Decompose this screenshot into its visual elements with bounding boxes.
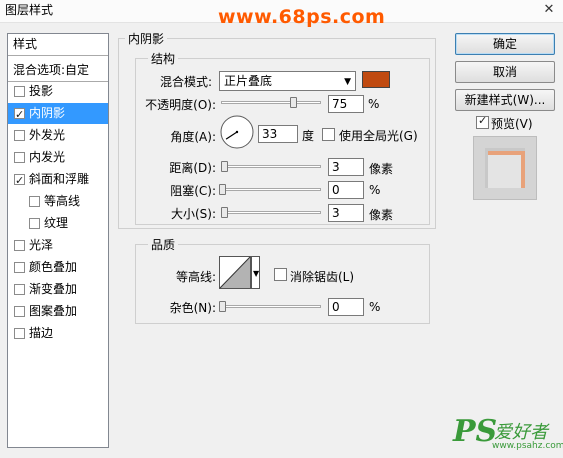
blend-options-item[interactable]: 混合选项:自定	[8, 60, 108, 82]
style-checkbox[interactable]	[14, 262, 25, 273]
noise-unit: %	[369, 300, 381, 314]
style-list-item[interactable]: 斜面和浮雕	[8, 169, 108, 191]
inner-shadow-title: 内阴影	[125, 30, 168, 47]
style-list-item[interactable]: 外发光	[8, 125, 108, 146]
distance-unit: 像素	[369, 162, 394, 176]
opacity-label: 不透明度(O):	[145, 98, 216, 112]
choke-label: 阻塞(C):	[170, 184, 216, 198]
antialias-checkbox[interactable]	[274, 268, 287, 281]
distance-slider-thumb[interactable]	[221, 161, 228, 172]
style-item-label: 斜面和浮雕	[29, 172, 90, 186]
structure-title: 结构	[148, 50, 179, 67]
style-item-label: 外发光	[29, 128, 66, 142]
style-item-label: 描边	[29, 326, 54, 340]
style-checkbox[interactable]	[29, 196, 40, 207]
noise-input[interactable]: 0	[328, 298, 364, 316]
style-list: 样式 混合选项:自定 投影内阴影外发光内发光斜面和浮雕等高线纹理光泽颜色叠加渐变…	[7, 33, 109, 448]
style-list-item[interactable]: 内发光	[8, 147, 108, 168]
style-list-item[interactable]: 渐变叠加	[8, 279, 108, 300]
style-item-label: 颜色叠加	[29, 260, 78, 274]
choke-input[interactable]: 0	[328, 181, 364, 199]
style-item-label: 内发光	[29, 150, 66, 164]
style-checkbox[interactable]	[14, 130, 25, 141]
logo-url: www.psahz.com	[492, 441, 563, 451]
style-list-header[interactable]: 样式	[8, 34, 108, 56]
style-list-item[interactable]: 投影	[8, 81, 108, 102]
global-light-checkbox[interactable]	[322, 128, 335, 141]
style-list-item[interactable]: 描边	[8, 323, 108, 344]
style-item-label: 纹理	[44, 216, 69, 230]
style-item-label: 光泽	[29, 238, 54, 252]
quality-title: 品质	[148, 236, 179, 253]
chevron-down-icon: ▼	[344, 77, 351, 87]
distance-slider-track[interactable]	[221, 165, 321, 168]
opacity-slider-thumb[interactable]	[290, 97, 297, 108]
blend-mode-value: 正片叠底	[224, 74, 273, 88]
angle-unit: 度	[302, 129, 315, 143]
style-item-label: 内阴影	[29, 106, 66, 120]
style-checkbox[interactable]	[14, 328, 25, 339]
distance-input[interactable]: 3	[328, 158, 364, 176]
preview-checkbox[interactable]	[476, 114, 489, 129]
angle-input[interactable]: 33	[258, 125, 298, 143]
watermark-text: www.68ps.com	[218, 6, 386, 28]
angle-dial[interactable]	[219, 114, 255, 150]
style-checkbox[interactable]	[14, 170, 25, 191]
style-item-label: 等高线	[44, 194, 81, 208]
window-title: 图层样式	[5, 3, 54, 17]
style-item-label: 渐变叠加	[29, 282, 78, 296]
opacity-input[interactable]: 75	[328, 95, 364, 113]
style-checkbox[interactable]	[14, 240, 25, 251]
style-list-header-label: 样式	[13, 37, 38, 51]
style-checkbox[interactable]	[14, 152, 25, 163]
new-style-button[interactable]: 新建样式(W)...	[455, 89, 555, 111]
blend-mode-label: 混合模式:	[159, 75, 212, 89]
shadow-color-swatch[interactable]	[362, 71, 390, 88]
global-light-label: 使用全局光(G)	[339, 129, 418, 143]
choke-unit: %	[369, 183, 381, 197]
size-unit: 像素	[369, 208, 394, 222]
opacity-slider-track[interactable]	[221, 101, 321, 104]
style-item-label: 投影	[29, 84, 54, 98]
contour-label: 等高线:	[175, 270, 216, 284]
close-button[interactable]: ✕	[535, 0, 563, 20]
noise-slider-thumb[interactable]	[219, 301, 226, 312]
style-checkbox[interactable]	[14, 104, 25, 125]
choke-slider-track[interactable]	[221, 188, 321, 191]
noise-label: 杂色(N):	[169, 301, 216, 315]
preview-square	[485, 148, 525, 188]
style-checkbox[interactable]	[14, 306, 25, 317]
style-preview	[473, 136, 537, 200]
style-checkbox[interactable]	[14, 284, 25, 295]
logo-ps: PS	[453, 414, 498, 449]
antialias-label: 消除锯齿(L)	[290, 270, 355, 284]
angle-label: 角度(A):	[170, 130, 216, 144]
opacity-unit: %	[368, 97, 380, 111]
blend-options-label: 混合选项:自定	[13, 63, 90, 77]
style-list-item[interactable]: 纹理	[8, 213, 108, 234]
blend-mode-dropdown[interactable]: 正片叠底 ▼	[219, 71, 356, 91]
svg-text:▼: ▼	[253, 269, 260, 278]
style-list-item[interactable]: 图案叠加	[8, 301, 108, 322]
style-checkbox[interactable]	[29, 218, 40, 229]
style-item-label: 图案叠加	[29, 304, 78, 318]
distance-label: 距离(D):	[169, 161, 216, 175]
style-list-item[interactable]: 光泽	[8, 235, 108, 256]
ok-button[interactable]: 确定	[455, 33, 555, 55]
preview-label: 预览(V)	[491, 117, 533, 131]
size-input[interactable]: 3	[328, 204, 364, 222]
size-slider-track[interactable]	[221, 211, 321, 214]
style-list-item[interactable]: 等高线	[8, 191, 108, 212]
style-list-item[interactable]: 内阴影	[8, 103, 108, 125]
contour-picker[interactable]: ▼	[219, 256, 261, 290]
style-list-item[interactable]: 颜色叠加	[8, 257, 108, 278]
style-checkbox[interactable]	[14, 86, 25, 97]
noise-slider-track[interactable]	[221, 305, 321, 308]
size-label: 大小(S):	[170, 207, 216, 221]
choke-slider-thumb[interactable]	[219, 184, 226, 195]
cancel-button[interactable]: 取消	[455, 61, 555, 83]
size-slider-thumb[interactable]	[221, 207, 228, 218]
